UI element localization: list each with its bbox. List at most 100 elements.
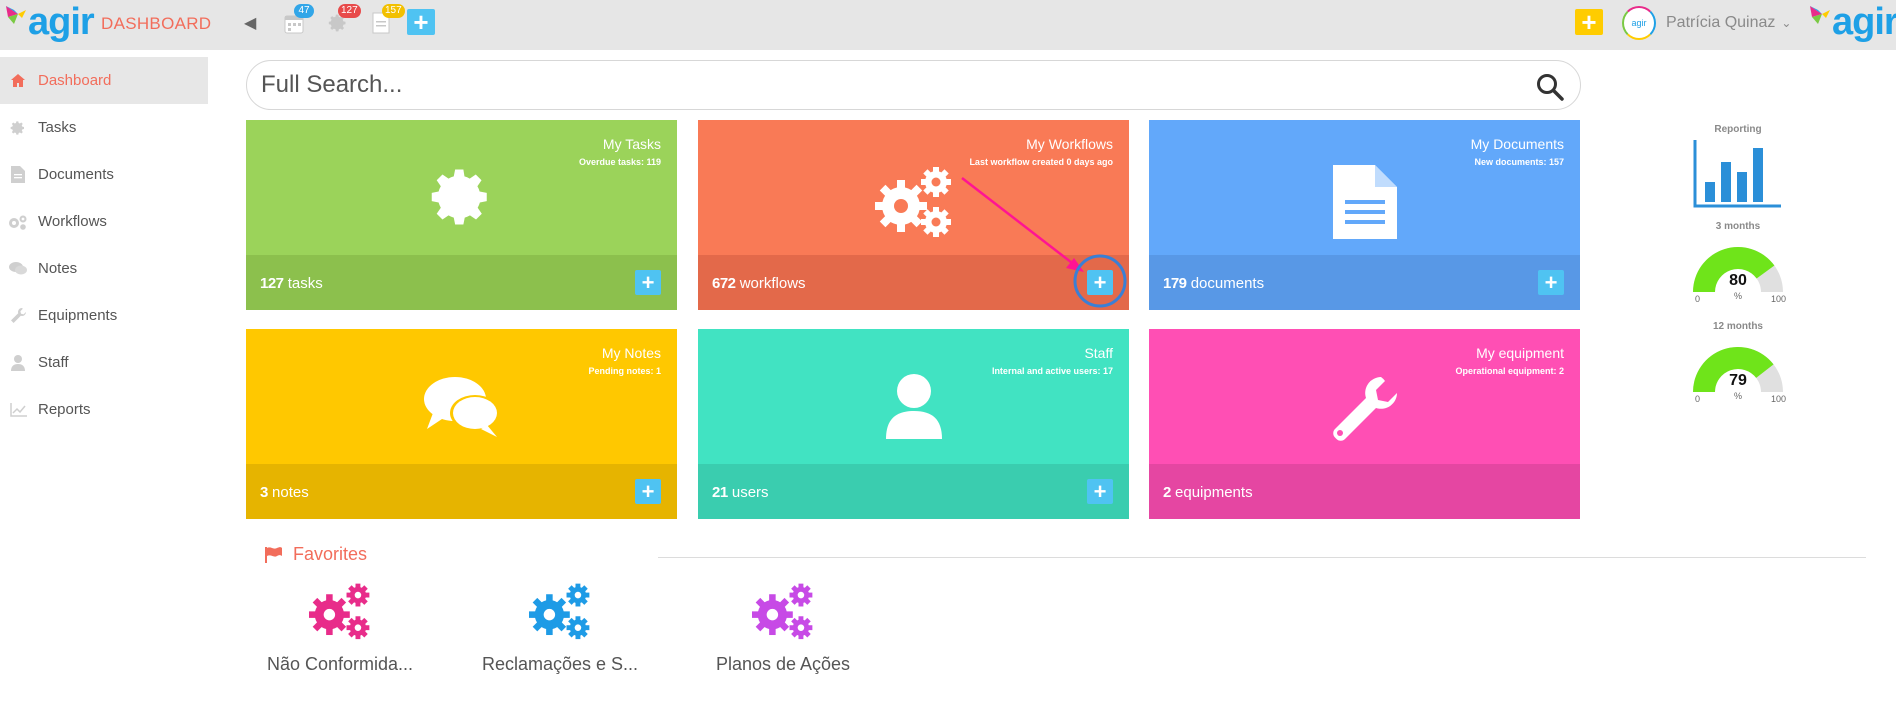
sidebar-item-equipments[interactable]: Equipments — [0, 292, 208, 339]
tile-subtitle: Internal and active users: 17 — [991, 366, 1113, 376]
tile-my-equipment[interactable]: My equipment Operational equipment: 2 2 … — [1149, 329, 1580, 519]
favorite-item-1[interactable]: Reclamações e S... — [465, 582, 655, 675]
gears-icon — [752, 583, 813, 640]
tile-my-workflows[interactable]: My Workflows Last workflow created 0 day… — [698, 120, 1129, 310]
user-menu[interactable]: agir Patrícia Quinaz ⌄ — [1622, 6, 1791, 40]
settings-shortcut[interactable]: 127 — [328, 4, 361, 36]
flag-icon — [265, 546, 282, 563]
section-title[interactable]: DASHBOARD — [101, 14, 211, 34]
gauge-label: 12 months — [1712, 321, 1763, 332]
tile-subtitle: Pending notes: 1 — [588, 366, 661, 376]
tile-title: Staff — [1084, 345, 1113, 361]
gauge-value: 79 — [1729, 372, 1747, 389]
reporting-label: Reporting — [1714, 124, 1762, 135]
tile-count: 672 workflows — [712, 275, 806, 292]
wrench-icon — [1332, 377, 1397, 441]
sidebar: Dashboard Tasks Documents Workflows Note… — [0, 57, 208, 433]
sidebar-item-documents[interactable]: Documents — [0, 151, 208, 198]
settings-badge: 127 — [338, 4, 361, 18]
tile-subtitle: Overdue tasks: 119 — [578, 157, 661, 167]
user-icon — [885, 374, 942, 439]
gauge-3-months: 80 % 0 100 — [1683, 236, 1793, 306]
tile-count: 127 tasks — [260, 275, 323, 292]
avatar: agir — [1622, 6, 1656, 40]
divider — [658, 557, 1866, 558]
sidebar-item-label: Workflows — [38, 213, 107, 230]
tile-title: My Notes — [601, 345, 661, 361]
add-user-button[interactable]: + — [1087, 479, 1113, 504]
tile-title: My Tasks — [602, 136, 661, 152]
tile-my-tasks[interactable]: My Tasks Overdue tasks: 119 127 tasks + — [246, 120, 677, 310]
sidebar-item-reports[interactable]: Reports — [0, 386, 208, 433]
favorites-header: Favorites — [265, 544, 367, 565]
favorite-label: Reclamações e S... — [481, 654, 639, 674]
add-document-button[interactable]: + — [1538, 270, 1564, 295]
tile-staff[interactable]: Staff Internal and active users: 17 21 u… — [698, 329, 1129, 519]
calendar-shortcut[interactable]: 47 — [284, 4, 314, 36]
tile-count: 2 equipments — [1163, 484, 1253, 501]
user-name: Patrícia Quinaz — [1666, 14, 1776, 31]
create-new-button[interactable]: + — [1575, 9, 1603, 35]
gauge-label: 3 months — [1715, 221, 1761, 232]
top-bar: agir DASHBOARD ◀ 47 127 157 + + agir Pat… — [0, 0, 1896, 50]
gears-icon — [309, 583, 370, 640]
sidebar-item-staff[interactable]: Staff — [0, 339, 208, 386]
chart-icon — [8, 400, 28, 420]
document-icon — [8, 165, 28, 185]
tile-title: My Documents — [1470, 136, 1564, 152]
sidebar-item-label: Documents — [38, 166, 114, 183]
gear-icon — [8, 118, 28, 138]
gears-icon — [874, 167, 951, 237]
chevron-down-icon: ⌄ — [1781, 16, 1792, 30]
tile-footer: 672 workflows + — [698, 255, 1129, 310]
tile-count: 21 users — [712, 484, 769, 501]
gauge-12-months: 79 % 0 100 — [1683, 336, 1793, 406]
favorite-label: Planos de Ações — [715, 654, 851, 674]
bird-logo-icon — [1810, 6, 1830, 24]
tile-title: My equipment — [1476, 345, 1564, 361]
bird-logo-icon — [6, 6, 26, 24]
sidebar-item-notes[interactable]: Notes — [0, 245, 208, 292]
gauge-max: 100 — [1771, 294, 1787, 304]
sidebar-collapse-icon[interactable]: ◀ — [244, 13, 256, 33]
add-note-button[interactable]: + — [635, 479, 661, 504]
user-icon — [8, 353, 28, 373]
brand-logo[interactable]: agir — [6, 2, 95, 42]
documents-shortcut[interactable]: 157 — [372, 4, 405, 36]
favorites-title: Favorites — [293, 544, 368, 564]
gauge-value: 80 — [1729, 272, 1747, 289]
brand-logo-right: agir — [1810, 2, 1896, 42]
bar-chart-icon[interactable] — [1693, 140, 1783, 208]
gauge-min: 0 — [1695, 394, 1701, 404]
tile-my-notes[interactable]: My Notes Pending notes: 1 3 notes + — [246, 329, 677, 519]
sidebar-item-label: Staff — [38, 354, 69, 371]
tile-count: 3 notes — [260, 484, 309, 501]
sidebar-item-dashboard[interactable]: Dashboard — [0, 57, 208, 104]
add-workflow-button[interactable]: + — [1087, 270, 1113, 295]
sidebar-item-tasks[interactable]: Tasks — [0, 104, 208, 151]
gears-icon — [8, 212, 28, 232]
document-icon — [1332, 165, 1397, 239]
chat-icon — [423, 377, 500, 437]
calendar-badge: 47 — [294, 4, 314, 18]
tile-footer: 179 documents + — [1149, 255, 1580, 310]
sidebar-item-workflows[interactable]: Workflows — [0, 198, 208, 245]
brand-wordmark: agir — [1832, 1, 1896, 43]
full-search-bar — [246, 60, 1581, 110]
favorite-item-2[interactable]: Planos de Ações — [688, 582, 878, 675]
sidebar-item-label: Equipments — [38, 307, 118, 324]
sidebar-item-label: Reports — [38, 401, 91, 418]
gear-icon — [431, 169, 487, 225]
tile-count: 179 documents — [1163, 275, 1265, 292]
favorite-label: Não Conformida... — [266, 654, 414, 674]
quick-add-button[interactable]: + — [407, 9, 435, 35]
gears-icon — [529, 583, 590, 640]
add-task-button[interactable]: + — [635, 270, 661, 295]
favorite-item-0[interactable]: Não Conformida... — [245, 582, 435, 675]
tile-subtitle: Last workflow created 0 days ago — [969, 157, 1113, 167]
search-input[interactable] — [261, 67, 1501, 103]
home-icon — [8, 71, 28, 91]
search-icon[interactable] — [1536, 73, 1564, 101]
sidebar-item-label: Dashboard — [38, 72, 112, 89]
tile-my-documents[interactable]: My Documents New documents: 157 179 docu… — [1149, 120, 1580, 310]
